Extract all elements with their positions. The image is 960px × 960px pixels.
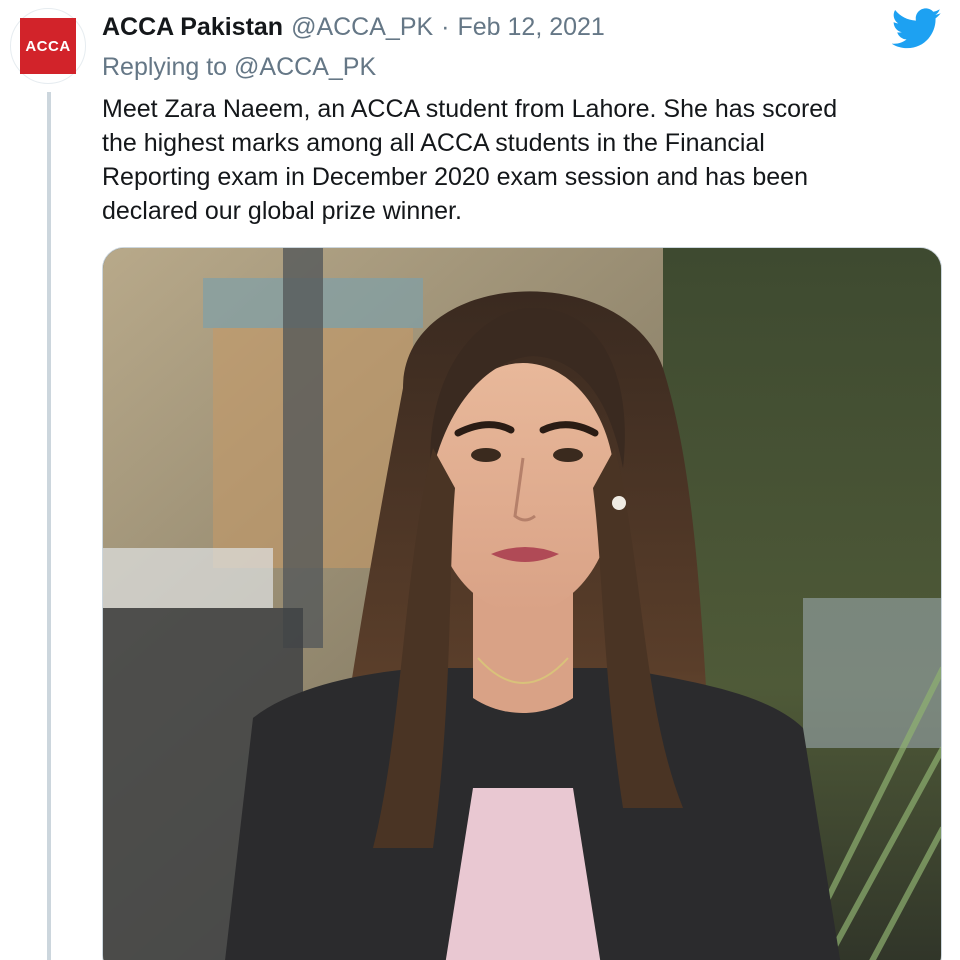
thread-line — [47, 92, 51, 960]
avatar[interactable]: ACCA — [10, 8, 86, 84]
tweet-card: ACCA ACCA Pakistan @ACCA_PK · Feb 12, 20… — [0, 0, 960, 960]
avatar-logo-text: ACCA — [25, 37, 71, 55]
acca-logo: ACCA — [20, 18, 76, 74]
display-name[interactable]: ACCA Pakistan — [102, 10, 283, 44]
tweet-text-line: Meet Zara Naeem, an ACCA student from La… — [102, 95, 838, 123]
portrait-photo — [103, 248, 941, 960]
replying-to-line: Replying to @ACCA_PK — [102, 50, 376, 84]
replying-to-handle[interactable]: @ACCA_PK — [234, 53, 376, 81]
tweet-photo[interactable] — [102, 247, 942, 960]
tweet-text-line: declared our global prize winner. — [102, 197, 462, 225]
twitter-bird-icon[interactable] — [892, 8, 942, 50]
tweet-header: ACCA Pakistan @ACCA_PK · Feb 12, 2021 — [102, 10, 605, 44]
replying-prefix: Replying to — [102, 53, 228, 81]
tweet-date[interactable]: Feb 12, 2021 — [458, 10, 605, 44]
tweet-text-line: the highest marks among all ACCA student… — [102, 129, 765, 157]
user-handle[interactable]: @ACCA_PK — [291, 10, 433, 44]
tweet-text-line: Reporting exam in December 2020 exam ses… — [102, 163, 808, 191]
separator-dot: · — [441, 13, 450, 41]
tweet-text: Meet Zara Naeem, an ACCA student from La… — [102, 92, 942, 228]
